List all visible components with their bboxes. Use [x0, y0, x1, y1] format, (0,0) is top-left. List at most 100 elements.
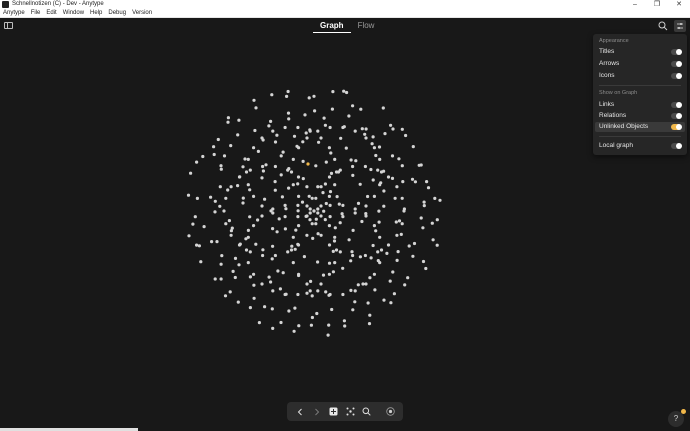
- graph-node[interactable]: [376, 168, 380, 172]
- graph-node[interactable]: [312, 209, 316, 213]
- graph-node[interactable]: [371, 135, 375, 139]
- graph-node[interactable]: [246, 235, 250, 239]
- graph-node[interactable]: [241, 196, 245, 200]
- graph-node[interactable]: [213, 277, 217, 281]
- graph-node[interactable]: [308, 207, 312, 211]
- graph-node[interactable]: [256, 149, 260, 153]
- graph-node[interactable]: [342, 89, 346, 93]
- graph-node[interactable]: [438, 198, 442, 202]
- graph-node[interactable]: [237, 263, 241, 267]
- graph-node[interactable]: [314, 164, 318, 168]
- graph-node[interactable]: [256, 218, 260, 222]
- graph-node[interactable]: [296, 243, 301, 247]
- graph-settings-button[interactable]: [674, 20, 686, 32]
- graph-node[interactable]: [340, 212, 344, 216]
- graph-node[interactable]: [363, 164, 367, 169]
- graph-node[interactable]: [310, 222, 314, 226]
- graph-node[interactable]: [212, 145, 216, 149]
- graph-node[interactable]: [236, 133, 240, 137]
- graph-node[interactable]: [358, 182, 362, 186]
- menu-version[interactable]: Version: [132, 9, 152, 18]
- graph-node[interactable]: [382, 189, 386, 193]
- graph-node[interactable]: [321, 191, 325, 195]
- graph-node[interactable]: [227, 219, 231, 223]
- graph-node[interactable]: [386, 175, 391, 179]
- graph-node[interactable]: [341, 292, 345, 297]
- graph-node[interactable]: [330, 107, 334, 111]
- graph-node[interactable]: [269, 280, 273, 284]
- graph-node[interactable]: [379, 170, 384, 174]
- graph-node[interactable]: [351, 164, 355, 169]
- graph-node[interactable]: [308, 289, 312, 293]
- graph-node[interactable]: [286, 111, 291, 115]
- graph-node[interactable]: [397, 157, 401, 161]
- graph-node[interactable]: [396, 250, 400, 254]
- graph-node[interactable]: [435, 243, 439, 247]
- graph-node[interactable]: [372, 194, 376, 198]
- graph-node[interactable]: [294, 228, 298, 232]
- graph-node[interactable]: [291, 183, 295, 187]
- menu-anytype[interactable]: Anytype: [3, 9, 25, 18]
- graph-node[interactable]: [328, 215, 332, 219]
- setting-relations[interactable]: Relations: [595, 111, 685, 121]
- setting-icons[interactable]: Icons: [595, 71, 685, 81]
- graph-node[interactable]: [422, 204, 426, 208]
- graph-node[interactable]: [351, 308, 355, 312]
- graph-node[interactable]: [267, 275, 271, 279]
- graph-node[interactable]: [400, 222, 404, 226]
- graph-node[interactable]: [260, 136, 264, 140]
- graph-node[interactable]: [381, 106, 385, 110]
- graph-node[interactable]: [252, 146, 256, 150]
- graph-node[interactable]: [261, 164, 265, 169]
- graph-node[interactable]: [319, 214, 323, 218]
- graph-node[interactable]: [327, 261, 332, 265]
- graph-node[interactable]: [215, 240, 219, 244]
- graph-node[interactable]: [248, 275, 252, 279]
- graph-node[interactable]: [315, 311, 319, 316]
- graph-node[interactable]: [326, 333, 330, 337]
- graph-node[interactable]: [349, 158, 353, 162]
- graph-node[interactable]: [333, 235, 337, 239]
- graph-node[interactable]: [421, 226, 425, 230]
- graph-node[interactable]: [363, 132, 367, 136]
- graph-node[interactable]: [372, 146, 376, 150]
- graph-node[interactable]: [296, 175, 301, 179]
- graph-node[interactable]: [310, 196, 314, 200]
- graph-node[interactable]: [273, 188, 277, 192]
- graph-node[interactable]: [229, 233, 233, 237]
- graph-node[interactable]: [406, 276, 410, 280]
- graph-node[interactable]: [328, 190, 333, 194]
- graph-node[interactable]: [237, 243, 242, 247]
- graph-node[interactable]: [195, 160, 199, 164]
- graph-node[interactable]: [417, 163, 421, 167]
- graph-node[interactable]: [267, 124, 271, 128]
- graph-node[interactable]: [216, 137, 220, 142]
- graph-node[interactable]: [393, 196, 397, 200]
- graph-node[interactable]: [236, 300, 240, 304]
- graph-node[interactable]: [333, 183, 337, 187]
- graph-node[interactable]: [341, 266, 345, 270]
- graph-node[interactable]: [305, 214, 309, 218]
- graph-node[interactable]: [351, 253, 355, 258]
- graph-node[interactable]: [287, 117, 291, 121]
- graph-node[interactable]: [419, 216, 423, 220]
- graph-node[interactable]: [316, 232, 320, 236]
- graph-node[interactable]: [399, 232, 403, 236]
- graph-node[interactable]: [276, 269, 280, 273]
- graph-node[interactable]: [187, 234, 191, 238]
- graph-node[interactable]: [404, 133, 408, 138]
- graph-node[interactable]: [316, 129, 320, 133]
- graph-node[interactable]: [296, 182, 300, 186]
- graph-node[interactable]: [371, 178, 375, 182]
- graph-node[interactable]: [372, 272, 376, 276]
- graph-node[interactable]: [223, 294, 228, 298]
- graph-node[interactable]: [333, 157, 337, 161]
- graph-node[interactable]: [402, 209, 406, 213]
- setting-unlinked-objects[interactable]: Unlinked Objects: [595, 122, 685, 132]
- graph-node[interactable]: [297, 224, 301, 228]
- graph-node[interactable]: [350, 250, 354, 254]
- graph-node[interactable]: [273, 253, 277, 258]
- graph-node[interactable]: [316, 260, 320, 264]
- setting-unlinked-objects-toggle[interactable]: [671, 124, 682, 130]
- graph-node[interactable]: [316, 185, 320, 189]
